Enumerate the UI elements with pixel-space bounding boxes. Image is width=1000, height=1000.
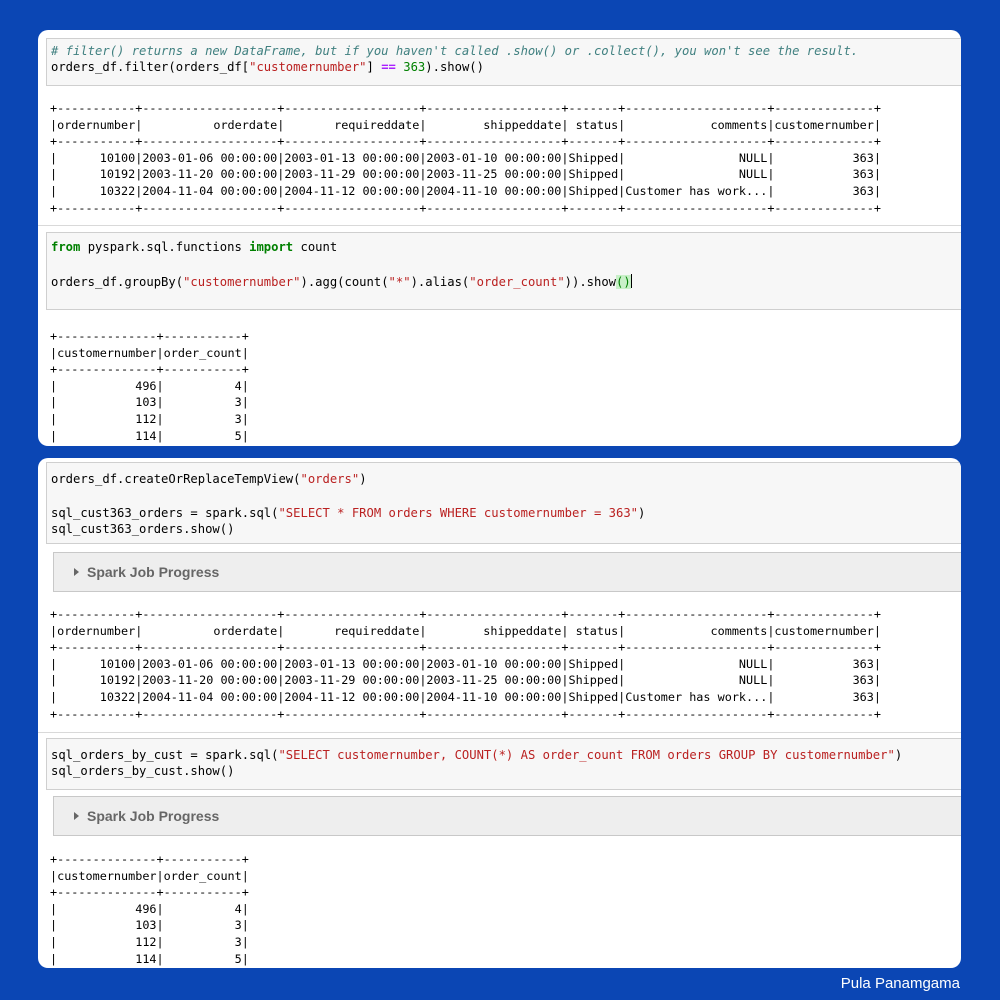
code-token: count <box>293 240 338 254</box>
code-cell-groupby[interactable]: from pyspark.sql.functions import count … <box>46 232 961 310</box>
code-groupby-line: orders_df.groupBy("customernumber").agg(… <box>51 274 632 290</box>
matching-paren-highlight: () <box>616 275 631 289</box>
code-show-line: sql_orders_by_cust.show() <box>51 764 235 778</box>
code-operator: == <box>381 60 396 74</box>
code-token: ).agg(count( <box>300 275 389 289</box>
output-groupby-table: +--------------+-----------+ |customernu… <box>50 329 249 443</box>
code-token: pyspark.sql.functions <box>80 240 250 254</box>
code-token: )).show <box>564 275 617 289</box>
code-string: "order_count" <box>469 275 565 289</box>
text-cursor <box>630 274 632 288</box>
comment-text: # filter() returns a new DataFrame, but … <box>51 44 859 58</box>
caret-right-icon <box>74 568 79 576</box>
spark-job-progress-bar[interactable]: Spark Job Progress <box>53 796 961 836</box>
code-string: "*" <box>388 275 411 289</box>
code-token: orders_df.createOrReplaceTempView( <box>51 472 301 486</box>
code-string: "customernumber" <box>249 60 367 74</box>
code-string: "customernumber" <box>183 275 301 289</box>
author-signature: Pula Panamgama <box>840 975 960 992</box>
notebook-panel-top: # filter() returns a new DataFrame, but … <box>38 30 961 446</box>
code-cell-tempview[interactable]: orders_df.createOrReplaceTempView("order… <box>46 462 961 544</box>
code-string: "SELECT customernumber, COUNT(*) AS orde… <box>278 748 895 762</box>
code-token: ) <box>638 506 646 520</box>
code-token: sql_cust363_orders = spark.sql( <box>51 506 279 520</box>
code-keyword: from <box>51 240 81 254</box>
output-sql-groupby-table: +--------------+-----------+ |customernu… <box>50 852 249 966</box>
code-import-line: from pyspark.sql.functions import count <box>51 240 337 255</box>
code-keyword: import <box>249 240 294 254</box>
code-token: ) <box>359 472 367 486</box>
code-token: orders_df.groupBy( <box>51 275 184 289</box>
code-tempview-line: orders_df.createOrReplaceTempView("order… <box>51 472 367 487</box>
code-token: ).alias( <box>410 275 470 289</box>
spark-job-progress-label: Spark Job Progress <box>87 808 220 824</box>
code-token: ] <box>366 60 382 74</box>
cell-divider <box>38 732 961 733</box>
code-token: ) <box>894 748 903 762</box>
code-token: sql_orders_by_cust = spark.sql( <box>51 748 279 762</box>
notebook-panel-bottom: orders_df.createOrReplaceTempView("order… <box>38 458 961 968</box>
output-sql-filter-table: +-----------+-------------------+-------… <box>50 607 881 721</box>
code-number: 363 <box>403 60 426 74</box>
code-show-line: sql_cust363_orders.show() <box>51 522 235 536</box>
code-cell-sql-groupby[interactable]: sql_orders_by_cust = spark.sql("SELECT c… <box>46 738 961 790</box>
code-token: orders_df.filter(orders_df[ <box>51 60 250 74</box>
code-filter-line: orders_df.filter(orders_df["customernumb… <box>51 60 484 75</box>
code-sql-groupby-line: sql_orders_by_cust = spark.sql("SELECT c… <box>51 748 902 763</box>
code-sql-line: sql_cust363_orders = spark.sql("SELECT *… <box>51 506 645 521</box>
output-filter-table: +-----------+-------------------+-------… <box>50 101 881 215</box>
spark-job-progress-bar[interactable]: Spark Job Progress <box>53 552 961 592</box>
code-cell-filter[interactable]: # filter() returns a new DataFrame, but … <box>46 38 961 86</box>
code-string: "SELECT * FROM orders WHERE customernumb… <box>278 506 639 520</box>
caret-right-icon <box>74 812 79 820</box>
code-token: ).show() <box>425 60 484 74</box>
cell-divider <box>38 225 961 226</box>
spark-job-progress-label: Spark Job Progress <box>87 564 220 580</box>
code-comment-line: # filter() returns a new DataFrame, but … <box>51 44 858 59</box>
code-string: "orders" <box>300 472 360 486</box>
